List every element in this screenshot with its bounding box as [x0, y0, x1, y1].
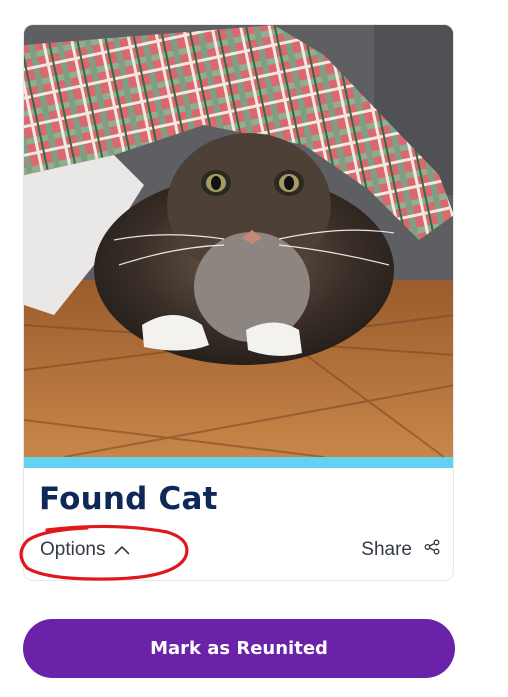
share-label: Share	[361, 539, 412, 560]
pet-photo[interactable]	[24, 25, 453, 457]
listing-title: Found Cat	[39, 481, 218, 517]
share-icon	[424, 539, 440, 561]
pet-listing-card: Found Cat Options Share	[23, 24, 454, 581]
cat-photo-image	[24, 25, 453, 457]
red-annotation-circle	[19, 524, 189, 581]
mark-as-reunited-button[interactable]: Mark as Reunited	[23, 619, 455, 678]
accent-bar	[24, 457, 453, 468]
share-button[interactable]: Share	[361, 539, 440, 561]
